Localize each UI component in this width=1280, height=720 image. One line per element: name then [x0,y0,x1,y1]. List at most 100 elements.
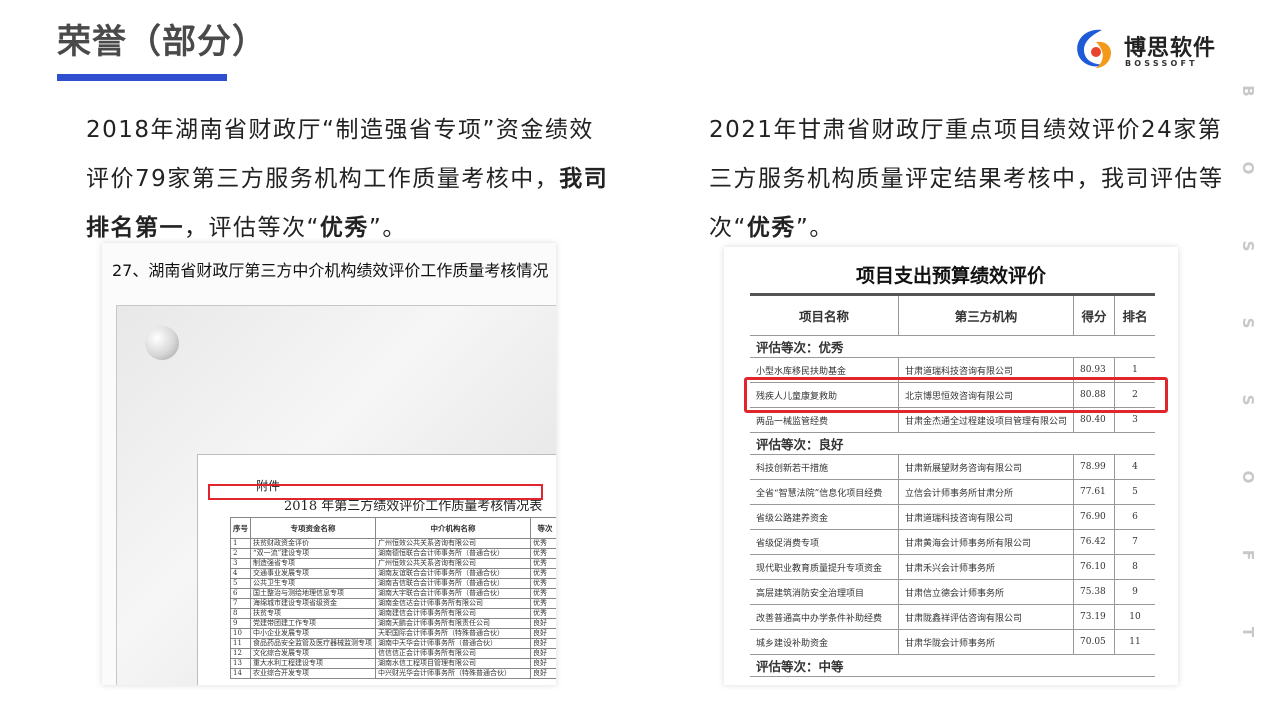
table-cell: 10 [230,628,251,639]
left-text-grade: 优秀 [319,215,369,241]
company-logo: 博思软件 BOSSSOFT [1072,22,1222,72]
table-cell: 湖南金信达会计师事务所有限公司 [375,598,531,609]
table-cell: 湖南大宇联合会计师事务所（普通合伙） [375,588,531,599]
table-cell: 农业综合开发专项 [250,668,376,679]
table-cell: 省级促消费专项 [750,529,899,555]
table-cell: 扶贫财政资金评价 [250,538,376,549]
side-letter: F [1239,549,1257,561]
gansu-certificate-image: 项目支出预算绩效评价 项目名称 第三方机构 得分 排名 评估等次：优秀 小型水库移… [724,247,1178,685]
table-cell: 甘肃禾兴会计师事务所 [897,554,1074,580]
table-cell: 优秀 [530,598,556,609]
table-cell: 公共卫生专项 [250,578,376,589]
table-cell: 文化综合发展专项 [250,648,376,659]
table-row: 11 食品药品安全监管及医疗器械监测专项 湖南中天华会计师事务所（普通合伙） 良好 [230,638,556,649]
page-title: 荣誉（部分） [57,22,267,62]
table-cell: 湖南建信会计师事务所有限公司 [375,608,531,619]
table-cell: 优秀 [530,608,556,619]
section-label: 评估等次：优秀 [750,335,1156,358]
table-row: 现代职业教育质量提升专项资金 甘肃禾兴会计师事务所 76.10 8 [750,554,1156,580]
table-row: 省级促消费专项 甘肃黄海会计师事务所有限公司 76.42 7 [750,529,1156,555]
table-cell: 交通事业发展专项 [250,568,376,579]
table-cell: 14 [230,668,251,679]
table-cell: 9 [230,618,251,629]
right-text-grade: 优秀 [746,215,796,241]
left-text-mid: ，评估等次“ [184,215,320,241]
right-text-post: ”。 [795,215,834,241]
table-cell: 甘肃陇鑫祥评估咨询有限公司 [897,604,1074,630]
table-cell: 优秀 [530,538,556,549]
table-cell: 7 [1114,529,1156,555]
table-cell: 优秀 [530,588,556,599]
table-cell: 海绵城市建设专项省级资金 [250,598,376,609]
table-header: 专项资金名称 [250,517,376,539]
table-row: 改善普通高中办学条件补助经费 甘肃陇鑫祥评估咨询有限公司 73.19 10 [750,604,1156,630]
table-row: 1 扶贫财政资金评价 广州恒效公共关系咨询有限公司 优秀 [230,538,556,549]
table-cell: 12 [230,648,251,659]
table-cell: 现代职业教育质量提升专项资金 [750,554,899,580]
left-award-text: 2018年湖南省财政厅“制造强省专项”资金绩效评价79家第三方服务机构工作质量考… [86,106,616,253]
table-cell: 湖南水信工程项目管理有限公司 [375,658,531,669]
side-letter: S [1239,240,1257,252]
section-label: 评估等次：中等 [750,654,1156,677]
table-row: 12 文化综合发展专项 信信信正会计师事务所有限公司 良好 [230,648,556,659]
table-cell: 信信信正会计师事务所有限公司 [375,648,531,659]
table-cell: 科技创新若干措施 [750,454,899,480]
left-text-pre: 2018年湖南省财政厅“制造强省专项”资金绩效评价79家第三方服务机构工作质量考… [86,117,594,192]
table-cell: 优秀 [530,568,556,579]
table-cell: 甘肃黄海会计师事务所有限公司 [897,529,1074,555]
left-text-post: ”。 [368,215,407,241]
section-label: 评估等次：良好 [750,432,1156,455]
gansu-highlight-box [744,377,1168,413]
table-row: 6 国土整治与测绘地理信息专项 湖南大宇联合会计师事务所（普通合伙） 优秀 [230,588,556,599]
table-row: 5 公共卫生专项 湖南吉信联合会计师事务所（普通合伙） 优秀 [230,578,556,589]
hunan-table: 序号 专项资金名称 中介机构名称 等次 1 扶贫财政资金评价 广州恒效公共关系咨询有… [230,517,556,679]
table-cell: 8 [230,608,251,619]
table-cell: 全省“智慧法院”信息化项目经费 [750,479,899,505]
table-cell: 扶贫专项 [250,608,376,619]
table-cell: 甘肃华陇会计师事务所 [897,629,1074,655]
frame-pin-icon [145,326,179,360]
table-cell: 良好 [530,628,556,639]
table-row: 9 党建带团建工作专项 湖南天鹏会计师事务所有限责任公司 良好 [230,618,556,629]
table-cell: 食品药品安全监管及医疗器械监测专项 [250,638,376,649]
table-cell: 3 [230,558,251,569]
table-cell: 良好 [530,658,556,669]
table-row: 8 扶贫专项 湖南建信会计师事务所有限公司 优秀 [230,608,556,619]
table-cell: 湖南德恒联合会计师事务所（普通合伙） [375,548,531,559]
table-cell: 1 [230,538,251,549]
table-cell: 8 [1114,554,1156,580]
table-row: 科技创新若干措施 甘肃新展望财务咨询有限公司 78.99 4 [750,454,1156,480]
table-cell: 甘肃新展望财务咨询有限公司 [897,454,1074,480]
side-letter: S [1239,317,1257,329]
table-cell: 优秀 [530,558,556,569]
table-cell: 城乡建设补助资金 [750,629,899,655]
table-cell: 优秀 [530,578,556,589]
table-row: 省级公路建养资金 甘肃道瑞科技咨询有限公司 76.90 6 [750,504,1156,530]
section-row: 评估等次：优秀 [750,335,1156,358]
table-cell: 立信会计师事务所甘肃分所 [897,479,1074,505]
table-cell: 天职国际会计师事务所（特殊普通合伙） [375,628,531,639]
table-cell: 11 [230,638,251,649]
table-cell: 国土整治与测绘地理信息专项 [250,588,376,599]
table-cell: 湖南中天华会计师事务所（普通合伙） [375,638,531,649]
logo-english-text: BOSSSOFT [1125,59,1198,68]
table-row: 高层建筑消防安全治理项目 甘肃信立德会计师事务所 75.38 9 [750,579,1156,605]
hunan-certificate-image: 27、湖南省财政厅第三方中介机构绩效评价工作质量考核情况 附件 2018 年第三… [102,243,556,685]
table-cell: 中兴财光华会计师事务所（特殊普通合伙） [375,668,531,679]
side-letter: O [1239,470,1257,484]
table-cell: 党建带团建工作专项 [250,618,376,629]
table-cell: 2 [230,548,251,559]
table-row: 13 重大水利工程建设专项 湖南水信工程项目管理有限公司 良好 [230,658,556,669]
table-cell: “双一流”建设专项 [250,548,376,559]
section-row: 评估等次：良好 [750,432,1156,455]
hunan-image-caption: 27、湖南省财政厅第三方中介机构绩效评价工作质量考核情况 [112,261,549,280]
side-letter: O [1239,161,1257,175]
table-cell: 广州恒效公共关系咨询有限公司 [375,538,531,549]
table-cell: 高层建筑消防安全治理项目 [750,579,899,605]
logo-swirl-icon [1077,29,1112,68]
table-cell: 良好 [530,668,556,679]
table-cell: 甘肃信立德会计师事务所 [897,579,1074,605]
table-cell: 中小企业发展专项 [250,628,376,639]
table-cell: 6 [1114,504,1156,530]
title-underline [57,74,227,81]
